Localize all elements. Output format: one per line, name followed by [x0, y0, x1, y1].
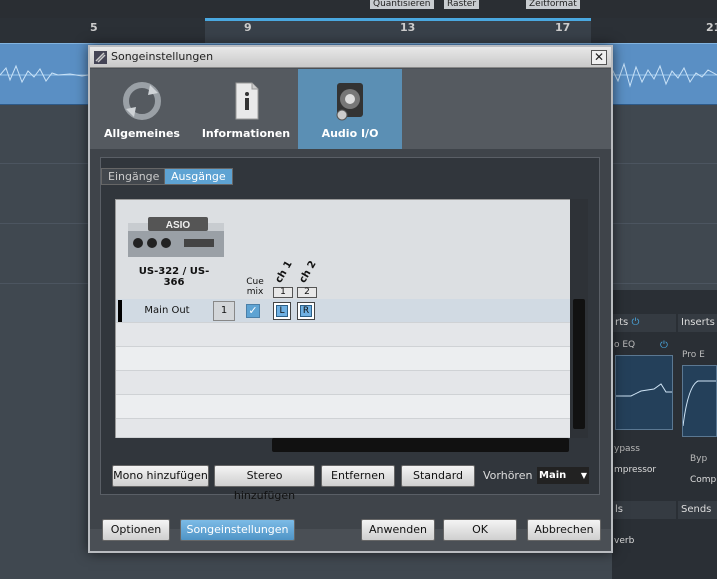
sends-header-right: Sends [678, 501, 717, 519]
app-icon [94, 51, 107, 64]
tab-general[interactable]: Allgemeines [90, 69, 194, 149]
monitor-select-value: Main Out [539, 470, 567, 481]
cue-mix-checkbox[interactable]: ✓ [246, 304, 260, 318]
empty-row [116, 323, 571, 347]
quantize-label[interactable]: Quantisieren [370, 0, 434, 9]
cancel-button[interactable]: Abbrechen [527, 519, 601, 541]
channel-2-header: ch 2 [297, 259, 319, 285]
monitor-select[interactable]: Main Out ▼ [537, 467, 589, 484]
device-name: US-322 / US-366 [138, 266, 210, 288]
output-name[interactable]: Main Out [121, 299, 213, 323]
reverb-label: verb [614, 536, 635, 546]
svg-text:ASIO: ASIO [166, 220, 191, 231]
bypass-label-2: Byp [690, 454, 708, 464]
channel-1-number: 1 [273, 287, 293, 298]
compressor-label: mpressor [614, 465, 657, 475]
channel-2-number: 2 [297, 287, 317, 298]
ruler-mark: 5 [90, 21, 98, 34]
comp-label: Comp [690, 475, 717, 485]
inserts-header-left: rts ⏻ [612, 314, 676, 332]
empty-row [116, 371, 571, 395]
output-index: 1 [213, 301, 235, 321]
channel-1-toggle[interactable]: L [273, 302, 291, 320]
close-button[interactable]: ✕ [591, 50, 607, 65]
vertical-scrollbar[interactable] [570, 199, 588, 438]
tab-information[interactable]: Informationen [194, 69, 298, 149]
ok-button[interactable]: OK [443, 519, 517, 541]
ruler-mark: 17 [555, 21, 571, 34]
tab-information-label: Informationen [201, 127, 291, 140]
cue-mix-header: Cue mix [246, 277, 264, 297]
channel-2-value: R [300, 305, 312, 317]
channel-1-value: L [276, 305, 288, 317]
ruler-mark: 9 [244, 21, 252, 34]
settings-tabs: Allgemeines Informationen Audio I/O [90, 69, 611, 149]
eq-curve-graph-2[interactable] [682, 365, 717, 437]
tab-audio-io-label: Audio I/O [321, 127, 379, 140]
monitor-label: Vorhören [483, 469, 533, 482]
horizontal-scrollbar[interactable] [272, 438, 569, 452]
pro-eq-label: Pro E [682, 350, 705, 360]
dialog-titlebar[interactable]: Songeinstellungen ✕ [90, 47, 611, 68]
apply-button[interactable]: Anwenden [361, 519, 435, 541]
ruler-mark: 13 [400, 21, 416, 34]
tab-inputs[interactable]: Eingänge [101, 168, 167, 185]
refresh-icon [123, 82, 161, 120]
inserts-left-label: rts [615, 317, 629, 328]
mixer-panel: rts ⏻ Inserts o EQ ⏻ Pro E ypass Byp mpr… [612, 290, 717, 579]
standard-button[interactable]: Standard [401, 465, 475, 487]
channel-2-toggle[interactable]: R [297, 302, 315, 320]
empty-row [116, 419, 571, 438]
tab-outputs[interactable]: Ausgänge [164, 168, 233, 185]
dropdown-arrow-icon: ▼ [580, 471, 587, 480]
grid-label[interactable]: Raster [444, 0, 480, 9]
loop-range[interactable] [205, 18, 591, 43]
tab-general-label: Allgemeines [104, 127, 180, 140]
info-document-icon [235, 82, 259, 120]
power-icon[interactable]: ⏻ [660, 340, 668, 351]
tab-audio-io[interactable]: Audio I/O [298, 69, 402, 149]
bypass-label: ypass [614, 444, 640, 454]
power-icon[interactable]: ⏻ [631, 317, 639, 328]
eq-curve-graph[interactable] [615, 355, 673, 430]
dialog-title: Songeinstellungen [111, 50, 214, 63]
empty-row [116, 395, 571, 419]
song-settings-button[interactable]: Songeinstellungen [180, 519, 295, 541]
ruler-mark: 21 [706, 21, 717, 34]
speaker-icon [336, 83, 363, 121]
add-mono-button[interactable]: Mono hinzufügen [112, 465, 209, 487]
routing-matrix: ASIO US-322 / US-366 Cue mix ch 1 ch 2 1… [115, 199, 571, 438]
eq-label: o EQ [614, 340, 636, 350]
daw-top-toolbar: Quantisieren Raster Zeitformat [0, 0, 717, 18]
add-stereo-button[interactable]: Stereo hinzufügen [214, 465, 315, 502]
inserts-header-right: Inserts [678, 314, 717, 332]
remove-button[interactable]: Entfernen [321, 465, 395, 487]
timeformat-label[interactable]: Zeitformat [526, 0, 580, 9]
options-button[interactable]: Optionen [102, 519, 170, 541]
scrollbar-thumb[interactable] [573, 299, 585, 429]
asio-device-image: ASIO [128, 217, 224, 257]
sends-header-left: ls [612, 501, 676, 519]
timeline-ruler[interactable]: 5 9 13 17 21 [0, 18, 717, 43]
empty-row [116, 347, 571, 371]
channel-1-header: ch 1 [273, 259, 295, 285]
output-row[interactable]: Main Out 1 ✓ L R [116, 299, 571, 323]
